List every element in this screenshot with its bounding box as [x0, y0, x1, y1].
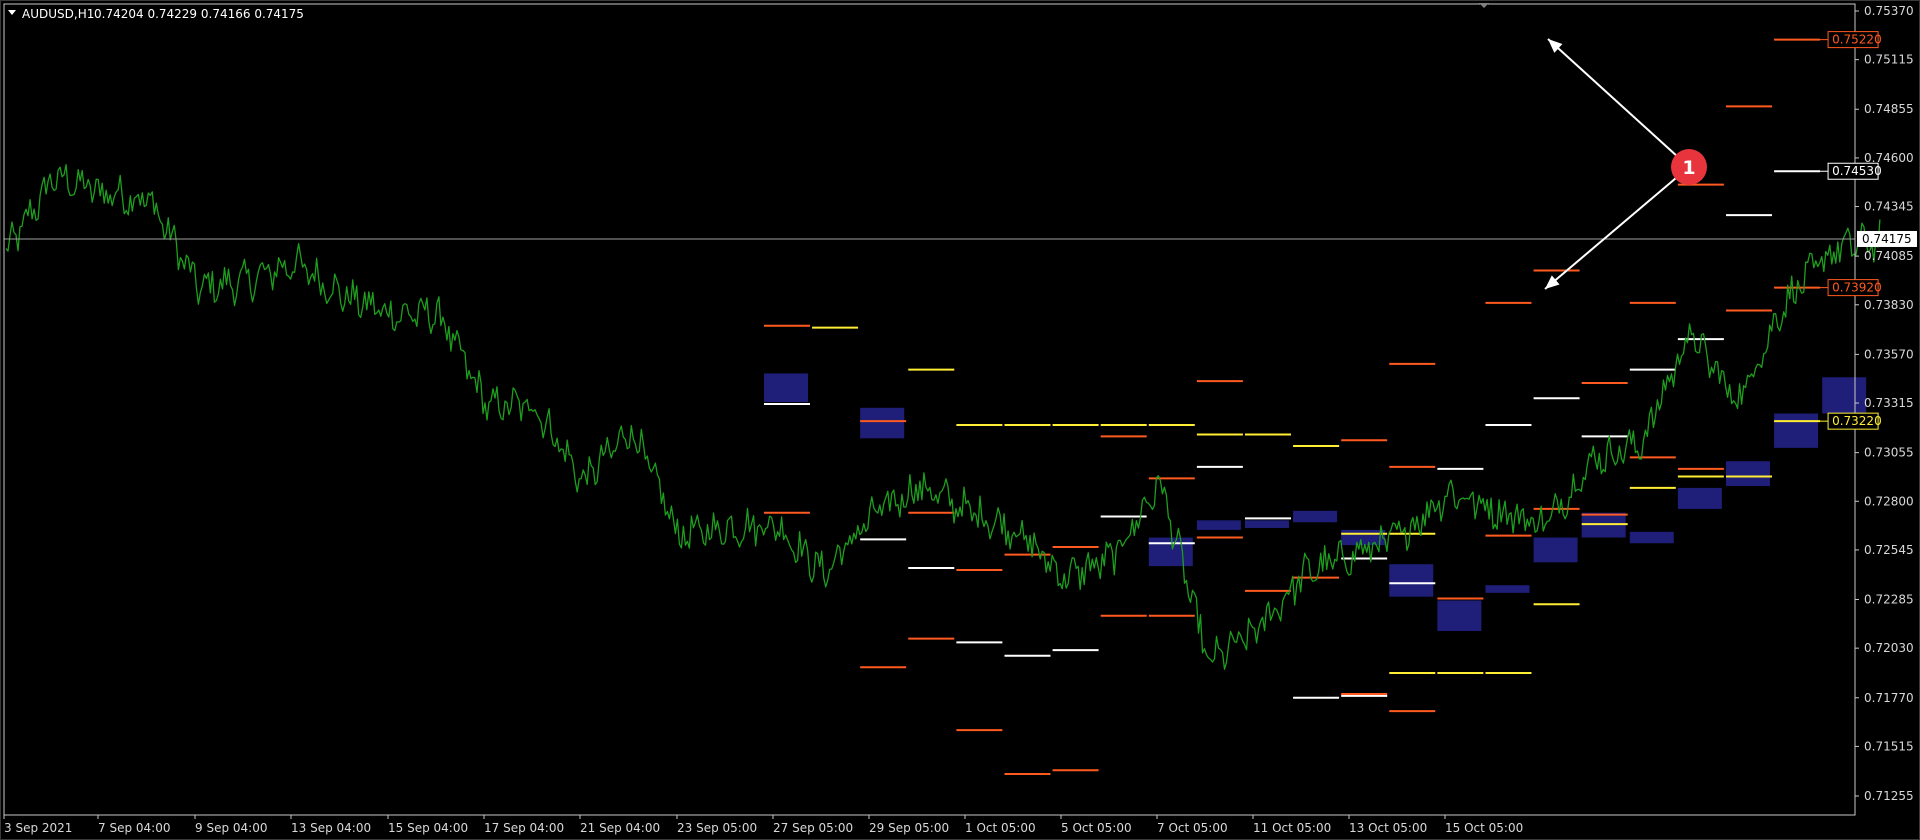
demand-zone	[1389, 564, 1434, 597]
x-tick-label: 17 Sep 04:00	[484, 821, 564, 835]
x-tick-label: 1 Oct 05:00	[965, 821, 1036, 835]
y-tick-label: 0.74085	[1864, 249, 1914, 263]
x-tick-label: 11 Oct 05:00	[1253, 821, 1331, 835]
demand-zone	[1437, 600, 1482, 631]
demand-zone	[1725, 461, 1770, 487]
demand-zone	[860, 407, 905, 439]
y-tick-label: 0.71255	[1864, 789, 1914, 803]
y-tick-label: 0.73830	[1864, 298, 1914, 312]
x-tick-label: 9 Sep 04:00	[195, 821, 267, 835]
y-tick-label: 0.75115	[1864, 53, 1914, 67]
demand-zone	[1341, 529, 1386, 546]
y-tick-label: 0.72545	[1864, 543, 1914, 557]
y-tick-label: 0.74855	[1864, 102, 1914, 116]
level-price-label: 0.75220	[1832, 33, 1882, 47]
y-tick-label: 0.72285	[1864, 593, 1914, 607]
x-tick-label: 13 Oct 05:00	[1349, 821, 1427, 835]
x-tick-label: 15 Oct 05:00	[1445, 821, 1523, 835]
demand-zone	[1485, 585, 1530, 593]
demand-zone	[1293, 510, 1338, 523]
x-tick-label: 5 Oct 05:00	[1061, 821, 1132, 835]
x-tick-label: 23 Sep 05:00	[677, 821, 757, 835]
demand-zone	[1533, 537, 1578, 563]
x-tick-label: 7 Oct 05:00	[1157, 821, 1228, 835]
y-tick-label: 0.72800	[1864, 494, 1914, 508]
chart-window[interactable]: 0.75370 0.75115 0.74855 0.74600 0.74345 0.740…	[0, 0, 1920, 840]
symbol-label: AUDUSD,H1	[22, 7, 94, 21]
demand-zone	[1677, 487, 1722, 509]
y-tick-label: 0.73055	[1864, 446, 1914, 460]
demand-zone	[1774, 413, 1819, 448]
price-chart[interactable]: 0.753700.751150.748550.746000.743450.740…	[0, 0, 1920, 840]
level-price-label: 0.73920	[1832, 281, 1882, 295]
marker-label: 1	[1682, 157, 1695, 179]
y-tick-label: 0.71770	[1864, 691, 1914, 705]
x-tick-label: 15 Sep 04:00	[388, 821, 468, 835]
level-price-label: 0.73220	[1832, 414, 1882, 428]
y-tick-label: 0.73315	[1864, 396, 1914, 410]
demand-zone	[1244, 520, 1289, 528]
demand-zone	[1196, 520, 1241, 530]
y-tick-label: 0.71515	[1864, 739, 1914, 753]
current-price-label: 0.74175	[1862, 232, 1912, 246]
x-tick-label: 13 Sep 04:00	[291, 821, 371, 835]
demand-zone	[763, 373, 808, 403]
x-tick-label: 7 Sep 04:00	[98, 821, 170, 835]
x-tick-label: 29 Sep 05:00	[869, 821, 949, 835]
x-tick-label: 27 Sep 05:00	[773, 821, 853, 835]
y-tick-label: 0.72030	[1864, 641, 1914, 655]
demand-zone	[1822, 377, 1867, 414]
demand-zone	[1148, 537, 1193, 567]
y-tick-label: 0.73570	[1864, 347, 1914, 361]
ohlc-values: 0.74204 0.74229 0.74166 0.74175	[94, 7, 304, 21]
x-tick-label: 3 Sep 2021	[4, 821, 72, 835]
chart-background	[0, 0, 1920, 840]
level-price-label: 0.74530	[1832, 164, 1882, 178]
y-tick-label: 0.74345	[1864, 200, 1914, 214]
y-tick-label: 0.75370	[1864, 4, 1914, 18]
chart-header: AUDUSD,H1 0.74204 0.74229 0.74166 0.7417…	[8, 7, 304, 21]
x-tick-label: 21 Sep 04:00	[580, 821, 660, 835]
demand-zone	[1629, 531, 1674, 544]
